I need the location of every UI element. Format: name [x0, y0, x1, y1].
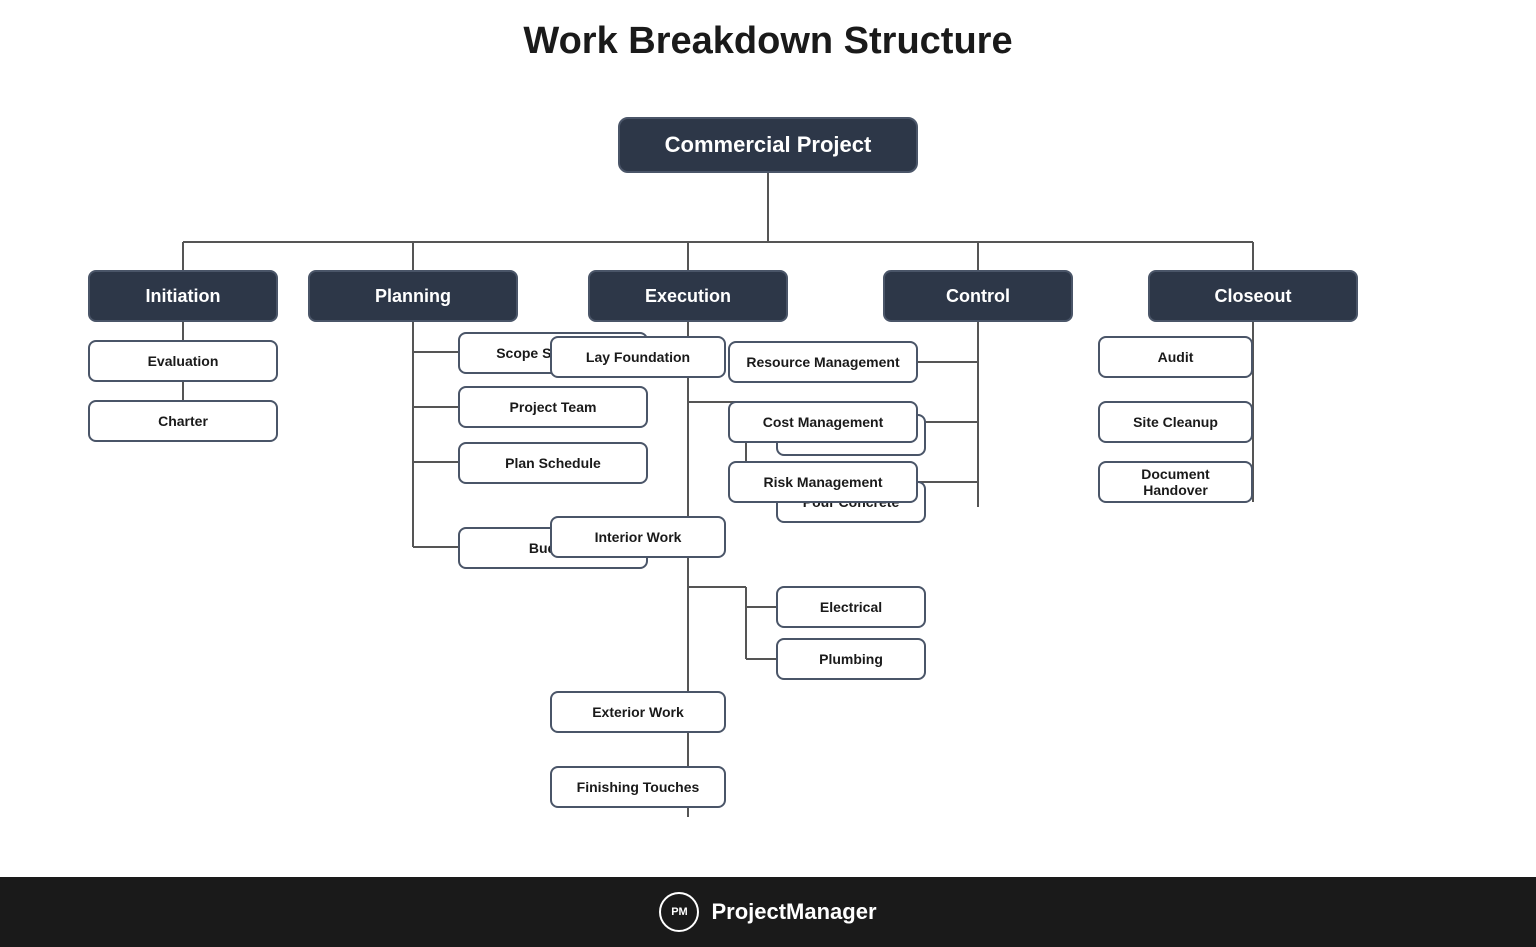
footer: PM ProjectManager [0, 877, 1536, 947]
node-initiation: Initiation [88, 270, 278, 322]
footer-logo-text: PM [671, 906, 688, 918]
planning-label: Planning [375, 286, 451, 307]
execution-label: Execution [645, 286, 731, 307]
risk-management-label: Risk Management [763, 474, 882, 490]
node-control: Control [883, 270, 1073, 322]
electrical-label: Electrical [820, 599, 882, 615]
node-evaluation: Evaluation [88, 340, 278, 382]
exterior-work-label: Exterior Work [592, 704, 684, 720]
resource-management-label: Resource Management [746, 354, 899, 370]
cost-management-label: Cost Management [763, 414, 884, 430]
closeout-label: Closeout [1214, 286, 1291, 307]
node-risk-management: Risk Management [728, 461, 918, 503]
page-title: Work Breakdown Structure [523, 20, 1012, 63]
root-label: Commercial Project [665, 132, 872, 158]
plumbing-label: Plumbing [819, 651, 883, 667]
node-project-team: Project Team [458, 386, 648, 428]
project-team-label: Project Team [510, 399, 597, 415]
lay-foundation-label: Lay Foundation [586, 349, 690, 365]
node-closeout: Closeout [1148, 270, 1358, 322]
interior-work-label: Interior Work [595, 529, 682, 545]
node-resource-management: Resource Management [728, 341, 918, 383]
node-exterior-work: Exterior Work [550, 691, 726, 733]
control-label: Control [946, 286, 1010, 307]
evaluation-label: Evaluation [148, 353, 219, 369]
node-planning: Planning [308, 270, 518, 322]
plan-schedule-label: Plan Schedule [505, 455, 601, 471]
footer-logo: PM [659, 892, 699, 932]
document-handover-label: Document Handover [1112, 466, 1239, 498]
node-audit: Audit [1098, 336, 1253, 378]
node-document-handover: Document Handover [1098, 461, 1253, 503]
node-interior-work: Interior Work [550, 516, 726, 558]
node-charter: Charter [88, 400, 278, 442]
charter-label: Charter [158, 413, 208, 429]
node-root: Commercial Project [618, 117, 918, 173]
node-electrical: Electrical [776, 586, 926, 628]
footer-brand-name: ProjectManager [711, 899, 876, 925]
node-site-cleanup: Site Cleanup [1098, 401, 1253, 443]
site-cleanup-label: Site Cleanup [1133, 414, 1218, 430]
node-plan-schedule: Plan Schedule [458, 442, 648, 484]
node-execution: Execution [588, 270, 788, 322]
wbs-diagram: Commercial Project Initiation Planning E… [28, 87, 1508, 867]
audit-label: Audit [1158, 349, 1194, 365]
finishing-touches-label: Finishing Touches [577, 779, 700, 795]
node-cost-management: Cost Management [728, 401, 918, 443]
initiation-label: Initiation [146, 286, 221, 307]
node-lay-foundation: Lay Foundation [550, 336, 726, 378]
node-finishing-touches: Finishing Touches [550, 766, 726, 808]
node-plumbing: Plumbing [776, 638, 926, 680]
